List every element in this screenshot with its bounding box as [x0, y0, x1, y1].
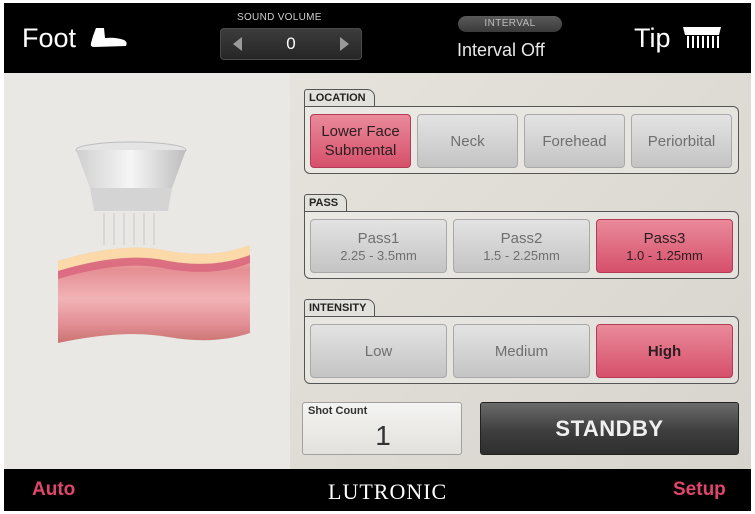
location-title: LOCATION	[304, 89, 375, 107]
sound-volume-control: 0	[220, 28, 362, 60]
button-label: Periorbital	[647, 132, 716, 150]
foot-button[interactable]: Foot	[22, 19, 128, 57]
tip-icon	[682, 27, 721, 48]
shot-count-display: Shot Count 1	[302, 402, 462, 455]
button-sublabel: 1.5 - 2.25mm	[483, 247, 560, 263]
button-label-line2: Submental	[324, 142, 397, 159]
button-label: High	[647, 342, 682, 360]
button-sublabel: 2.25 - 3.5mm	[340, 247, 417, 263]
button-label: Pass3	[643, 229, 686, 247]
button-label: Medium	[494, 342, 549, 360]
button-label: Low	[364, 342, 393, 360]
location-box: Lower Face Submental Neck Forehead Perio…	[304, 106, 739, 174]
treatment-illustration-panel	[4, 73, 290, 469]
pass2-button[interactable]: Pass2 1.5 - 2.25mm	[453, 219, 590, 273]
intensity-high-button[interactable]: High	[596, 324, 733, 378]
device-screen: Foot SOUND VOLUME 0 INTERVAL Interval Of…	[4, 3, 751, 511]
interval-value[interactable]: Interval Off	[457, 40, 545, 61]
sound-volume-value: 0	[286, 34, 296, 53]
location-lower-face-submental-button[interactable]: Lower Face Submental	[310, 114, 411, 168]
pass-group: PASS Pass1 2.25 - 3.5mm Pass2 1.5 - 2.25…	[304, 194, 739, 282]
main-area: LOCATION Lower Face Submental Neck Foreh…	[4, 73, 751, 469]
top-bar: Foot SOUND VOLUME 0 INTERVAL Interval Of…	[4, 3, 751, 73]
foot-label: Foot	[22, 22, 77, 53]
location-forehead-button[interactable]: Forehead	[524, 114, 625, 168]
tip-label: Tip	[634, 22, 671, 53]
pass-box: Pass1 2.25 - 3.5mm Pass2 1.5 - 2.25mm Pa…	[304, 211, 739, 279]
tip-button[interactable]: Tip	[634, 19, 723, 57]
shot-count-value: 1	[375, 420, 391, 451]
button-label: Lower Face	[321, 123, 400, 140]
volume-decrease-arrow-icon[interactable]	[233, 37, 242, 51]
setup-button[interactable]: Setup	[673, 479, 726, 501]
location-group: LOCATION Lower Face Submental Neck Foreh…	[304, 89, 739, 177]
auto-button[interactable]: Auto	[32, 479, 75, 501]
button-label: Neck	[450, 132, 485, 150]
pass-title: PASS	[304, 194, 348, 212]
standby-button[interactable]: STANDBY	[480, 402, 739, 455]
intensity-group: INTENSITY Low Medium High	[304, 299, 739, 387]
intensity-box: Low Medium High	[304, 316, 739, 384]
settings-panel: LOCATION Lower Face Submental Neck Foreh…	[290, 73, 751, 469]
button-label: Forehead	[542, 132, 607, 150]
intensity-low-button[interactable]: Low	[310, 324, 447, 378]
foot-icon	[90, 28, 127, 47]
pass1-button[interactable]: Pass1 2.25 - 3.5mm	[310, 219, 447, 273]
button-label: Pass2	[500, 229, 543, 247]
shot-count-label: Shot Count	[308, 405, 368, 417]
volume-increase-arrow-icon[interactable]	[340, 37, 349, 51]
intensity-title: INTENSITY	[304, 299, 376, 317]
button-label: Pass1	[357, 229, 400, 247]
intensity-medium-button[interactable]: Medium	[453, 324, 590, 378]
sound-volume-title: SOUND VOLUME	[237, 12, 322, 23]
lutronic-logo: LUTRONIC	[328, 479, 448, 504]
transducer-skin-illustration	[58, 141, 250, 343]
location-periorbital-button[interactable]: Periorbital	[631, 114, 732, 168]
bottom-bar: Auto LUTRONIC Setup	[4, 469, 751, 511]
button-sublabel: 1.0 - 1.25mm	[626, 247, 703, 263]
interval-title: INTERVAL	[458, 16, 562, 32]
pass3-button[interactable]: Pass3 1.0 - 1.25mm	[596, 219, 733, 273]
location-neck-button[interactable]: Neck	[417, 114, 518, 168]
